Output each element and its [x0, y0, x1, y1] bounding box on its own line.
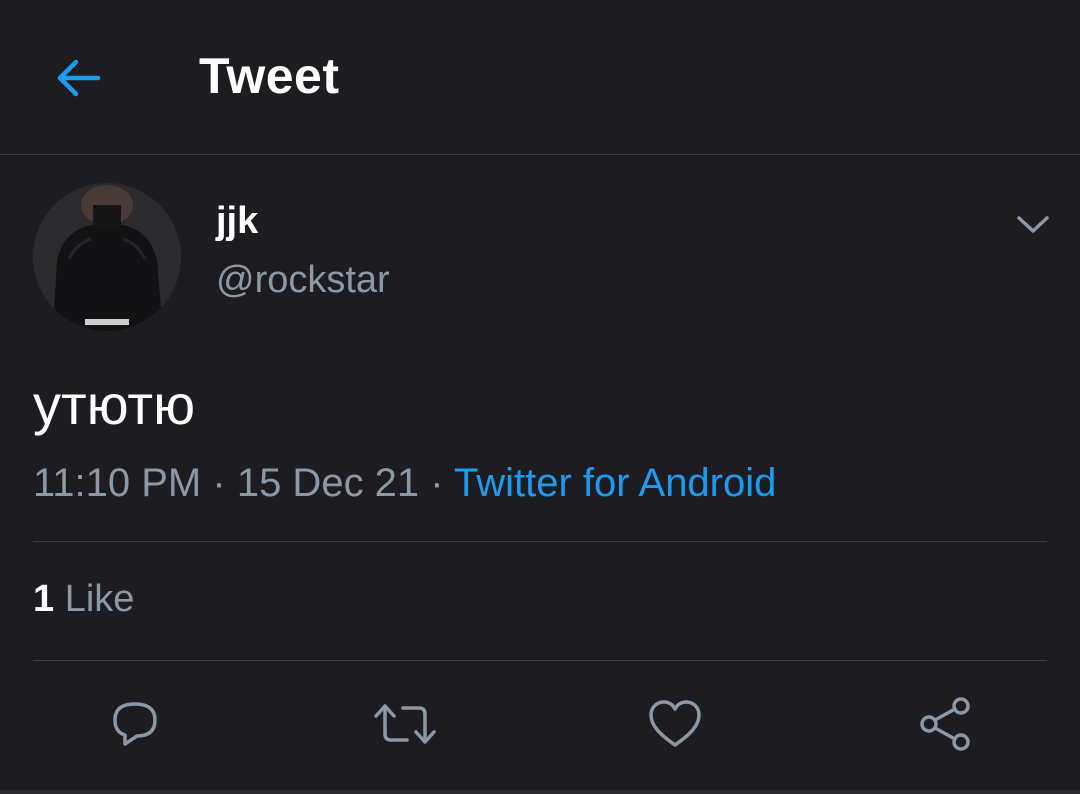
- heart-icon: [649, 700, 701, 747]
- tweet-source-link[interactable]: Twitter for Android: [454, 461, 776, 505]
- retweet-icon: [374, 704, 436, 744]
- tweet-text: утютю: [33, 373, 196, 436]
- page-title: Tweet: [199, 48, 340, 104]
- meta-separator: ·: [212, 461, 226, 505]
- author-display-name[interactable]: jjk: [216, 198, 258, 244]
- back-button[interactable]: [48, 50, 108, 106]
- divider: [33, 660, 1047, 661]
- top-app-bar: Tweet: [0, 0, 1080, 155]
- share-button[interactable]: [913, 692, 977, 756]
- tweet-date: 15 Dec 21: [236, 461, 420, 505]
- tweet-detail-screen: Tweet jjk @rockstar утютю 11:10 PM · 15 …: [0, 0, 1080, 794]
- divider: [33, 541, 1047, 542]
- meta-separator: ·: [430, 461, 444, 505]
- reply-icon: [113, 702, 157, 746]
- more-options-button[interactable]: [1008, 200, 1058, 250]
- likes-count: 1: [33, 578, 55, 620]
- tweet-metadata: 11:10 PM · 15 Dec 21 · Twitter for Andro…: [33, 458, 776, 508]
- share-icon: [920, 697, 970, 751]
- like-button[interactable]: [643, 692, 707, 756]
- likes-stat[interactable]: 1 Like: [33, 576, 134, 622]
- author-handle[interactable]: @rockstar: [216, 257, 390, 303]
- bottom-divider: [0, 790, 1080, 794]
- arrow-left-icon: [57, 59, 101, 97]
- tweet-time: 11:10 PM: [33, 461, 202, 505]
- avatar-image: [33, 183, 181, 331]
- likes-label: Like: [64, 578, 135, 620]
- retweet-button[interactable]: [373, 692, 437, 756]
- avatar[interactable]: [33, 183, 181, 331]
- reply-button[interactable]: [103, 692, 167, 756]
- chevron-down-icon: [1017, 216, 1049, 233]
